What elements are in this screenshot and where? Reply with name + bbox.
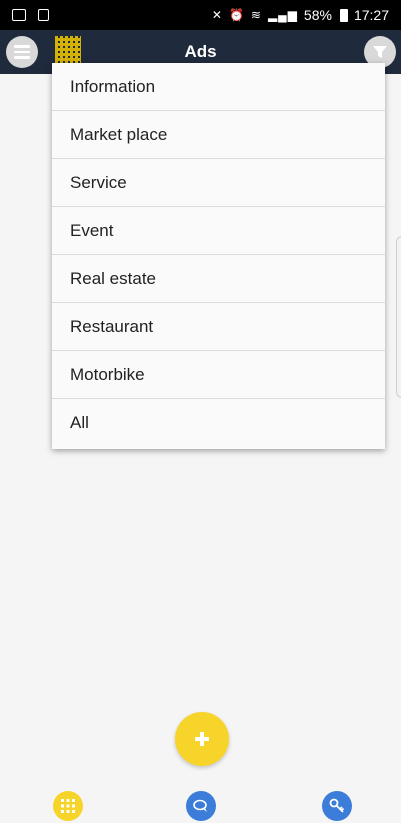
mute-icon: ✕ [211,8,223,22]
alarm-icon: ⏰ [228,8,245,22]
key-icon [329,798,345,813]
apps-button[interactable] [53,791,83,821]
clock: 17:27 [353,7,389,23]
menu-item-market-place[interactable]: Market place [52,111,385,159]
image-icon [12,9,26,21]
menu-item-information[interactable]: Information [52,63,385,111]
wifi-icon: ≋ [250,8,262,22]
menu-item-restaurant[interactable]: Restaurant [52,303,385,351]
menu-item-real-estate[interactable]: Real estate [52,255,385,303]
chat-icon [193,799,207,812]
filter-icon [373,46,387,58]
menu-item-service[interactable]: Service [52,159,385,207]
plus-icon [195,732,209,746]
status-bar: ✕ ⏰ ≋ ▂▄▆ 58% 17:27 [0,0,401,30]
apps-grid-icon [61,799,75,813]
battery-percent: 58% [303,7,332,23]
menu-item-event[interactable]: Event [52,207,385,255]
page-title: Ads [184,42,217,61]
key-button[interactable] [322,791,352,821]
category-dropdown-menu: Information Market place Service Event R… [52,63,385,449]
chat-button[interactable] [186,791,216,821]
side-drawer-handle[interactable] [396,236,401,398]
menu-item-motorbike[interactable]: Motorbike [52,351,385,399]
bottom-nav [0,780,401,823]
menu-item-all[interactable]: All [52,399,385,447]
add-ad-button[interactable] [175,712,229,766]
battery-icon [339,8,348,22]
doc-icon [38,9,49,21]
signal-icon: ▂▄▆ [267,8,298,22]
